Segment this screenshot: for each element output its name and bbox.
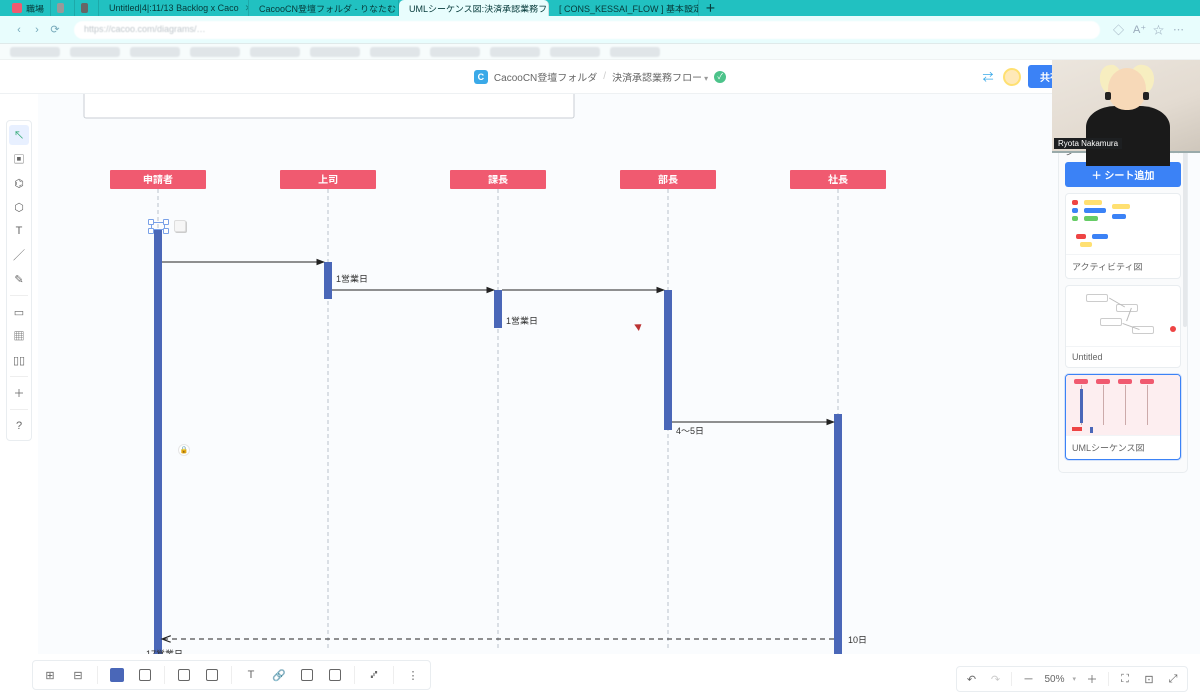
svg-text:17営業日: 17営業日 — [146, 649, 183, 654]
reload-icon[interactable]: ⟳ — [48, 23, 62, 36]
cursor-tool[interactable]: ↖ — [9, 125, 29, 145]
app-frame: C CacooCN登壇フォルダ / 決済承認業務フロー ✓ ⇄ 共有 ▷ ☁ り… — [0, 60, 1200, 700]
translate-icon[interactable]: ⇄ — [980, 69, 996, 85]
shape-style[interactable] — [296, 664, 318, 686]
browser-tab[interactable] — [75, 0, 99, 16]
svg-text:4～5日: 4～5日 — [676, 426, 704, 436]
sticky-note-icon[interactable] — [174, 220, 186, 232]
sheet-label: UMLシーケンス図 — [1066, 435, 1180, 459]
fill-style[interactable] — [134, 664, 156, 686]
redo-icon[interactable]: ↷ — [987, 673, 1003, 686]
browser-tab-active[interactable]: UMLシーケンス図:決済承認業務フロ✕ — [399, 0, 549, 16]
more-icon[interactable]: ⋮ — [402, 664, 424, 686]
svg-text:社長: 社長 — [828, 174, 848, 186]
ext-icon[interactable]: ☆ — [1153, 22, 1167, 38]
sequence-diagram: 申請者 上司 課長 部長 社長 1営業日 1営業日 4～5日 10日 17営業日 — [38, 94, 1068, 654]
ext-icon[interactable]: ◇ — [1113, 22, 1127, 38]
scrollbar[interactable] — [1183, 137, 1187, 327]
svg-text:部長: 部長 — [658, 174, 678, 186]
fit-icon[interactable]: ⛶ — [1117, 673, 1133, 686]
menu-icon[interactable]: ⋯ — [1173, 22, 1187, 38]
tool-rail: ↖ ▣ ⌬ ⬡ T ╱ ✎ ▭ ▦ ▯▯ ＋ ? — [6, 120, 32, 441]
app-topbar: C CacooCN登壇フォルダ / 決済承認業務フロー ✓ ⇄ 共有 ▷ ☁ り… — [0, 60, 1200, 94]
fill-color[interactable] — [106, 664, 128, 686]
grid-icon[interactable]: ⊞ — [39, 664, 61, 686]
forward-icon[interactable]: › — [30, 24, 44, 36]
svg-text:上司: 上司 — [318, 175, 338, 186]
avatar[interactable] — [1003, 68, 1021, 86]
breadcrumb-doc[interactable]: 決済承認業務フロー — [612, 69, 708, 84]
pen-tool[interactable]: ✎ — [9, 269, 29, 289]
svg-text:10日: 10日 — [848, 635, 867, 645]
table-tool[interactable]: ▦ — [9, 326, 29, 346]
webcam-name: Ryota Nakamura — [1054, 138, 1122, 149]
svg-text:申請者: 申請者 — [143, 175, 173, 186]
browser-tab[interactable]: [ CONS_KESSAI_FLOW ] 基本設定✕ — [549, 0, 699, 16]
svg-text:課長: 課長 — [488, 174, 508, 186]
browser-tab[interactable]: Untitled|4|:11/13 Backlog x Caco✕ — [99, 0, 249, 16]
bookmarks-bar — [0, 44, 1200, 60]
border-style[interactable] — [173, 664, 195, 686]
minimap-icon[interactable]: ⊡ — [1141, 673, 1157, 686]
sheets-panel: シート ✕ ＋ シート追加 アクティビティ図 — [1058, 136, 1188, 473]
browser-omnibar: ‹ › ⟳ https://cacoo.com/diagrams/… ◇ A⁺ … — [0, 16, 1200, 44]
svg-text:1営業日: 1営業日 — [506, 316, 538, 326]
svg-text:1営業日: 1営業日 — [336, 274, 368, 284]
text-tool[interactable]: T — [9, 221, 29, 241]
align-tool[interactable]: ▯▯ — [9, 350, 29, 370]
app-logo-icon[interactable]: C — [474, 70, 488, 84]
ext-icon[interactable]: A⁺ — [1133, 23, 1147, 36]
grid2-icon[interactable]: ⊟ — [67, 664, 89, 686]
link-icon[interactable]: 🔗 — [268, 664, 290, 686]
sheet-label: アクティビティ図 — [1066, 254, 1180, 278]
zoom-value[interactable]: 50% — [1044, 674, 1064, 685]
text-style[interactable]: T — [240, 664, 262, 686]
expand-icon[interactable]: ⤢ — [1165, 673, 1181, 686]
sync-status-icon: ✓ — [714, 71, 726, 83]
undo-icon[interactable]: ↶ — [963, 673, 979, 686]
plus-tool[interactable]: ＋ — [9, 383, 29, 403]
shape-style2[interactable] — [324, 664, 346, 686]
breadcrumb-folder[interactable]: CacooCN登壇フォルダ — [494, 69, 597, 84]
canvas[interactable]: 申請者上司課長部長社長1営業日1営業日4～5日10日17営業日 🔒 36 x 1… — [38, 94, 1200, 654]
polygon-tool[interactable]: ⬡ — [9, 197, 29, 217]
shapes-tool[interactable]: ⌬ — [9, 173, 29, 193]
address-bar[interactable]: https://cacoo.com/diagrams/… — [74, 21, 1100, 39]
new-tab-button[interactable]: ＋ — [705, 0, 716, 16]
browser-tab[interactable]: 職場 — [6, 0, 51, 16]
context-toolbar: ⊞ ⊟ T 🔗 ⑇ ⋮ — [32, 660, 431, 690]
frame-tool[interactable]: ▣ — [9, 149, 29, 169]
sheet-card[interactable]: Untitled — [1065, 285, 1181, 368]
lock-icon: 🔒 — [178, 444, 190, 456]
sheet-card-selected[interactable]: UMLシーケンス図 — [1065, 374, 1181, 460]
border-style2[interactable] — [201, 664, 223, 686]
line-tool[interactable]: ╱ — [9, 245, 29, 265]
back-icon[interactable]: ‹ — [12, 24, 26, 36]
zoom-bar: ↶ ↷ － 50% ▾ ＋ ⛶ ⊡ ⤢ — [956, 666, 1188, 692]
browser-tab[interactable] — [51, 0, 75, 16]
zoom-out-icon[interactable]: － — [1020, 671, 1036, 687]
image-tool[interactable]: ▭ — [9, 302, 29, 322]
attach-icon[interactable]: ⑇ — [363, 664, 385, 686]
help-tool[interactable]: ? — [9, 416, 29, 436]
zoom-in-icon[interactable]: ＋ — [1084, 671, 1100, 687]
browser-tab-strip: 職場 Untitled|4|:11/13 Backlog x Caco✕ Cac… — [0, 0, 1200, 16]
sheet-card[interactable]: アクティビティ図 — [1065, 193, 1181, 279]
browser-tab[interactable]: CacooCN登壇フォルダ - りなたむ -✕ — [249, 0, 399, 16]
breadcrumb: C CacooCN登壇フォルダ / 決済承認業務フロー ✓ — [474, 69, 726, 84]
sheet-label: Untitled — [1066, 346, 1180, 367]
webcam-overlay: Ryota Nakamura — [1052, 60, 1200, 153]
